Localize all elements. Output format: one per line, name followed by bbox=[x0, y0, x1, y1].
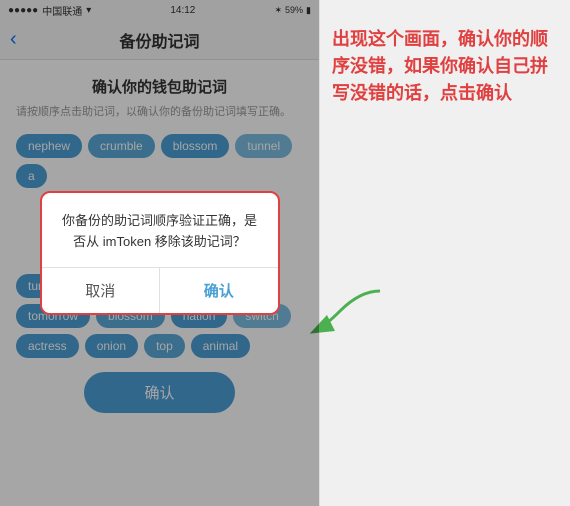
arrow-container bbox=[310, 281, 390, 346]
phone-frame: ●●●●● 中国联通 ▾ 14:12 ✶ 59% ▮ ‹ 备份助记词 确认你的钱… bbox=[0, 0, 320, 506]
dialog-confirm-button[interactable]: 确认 bbox=[160, 268, 278, 313]
dialog-cancel-button[interactable]: 取消 bbox=[42, 268, 161, 313]
annotation-text: 出现这个画面，确认你的顺序没错，如果你确认自己拼写没错的话，点击确认 bbox=[332, 26, 558, 107]
dialog-box: 你备份的助记词顺序验证正确，是否从 imToken 移除该助记词？ 取消 确认 bbox=[40, 191, 280, 315]
arrow-icon bbox=[310, 281, 390, 341]
dialog-body: 你备份的助记词顺序验证正确，是否从 imToken 移除该助记词？ bbox=[42, 193, 278, 267]
annotation-panel: 出现这个画面，确认你的顺序没错，如果你确认自己拼写没错的话，点击确认 bbox=[320, 0, 570, 506]
dialog-message: 你备份的助记词顺序验证正确，是否从 imToken 移除该助记词？ bbox=[58, 211, 262, 253]
dialog-overlay: 你备份的助记词顺序验证正确，是否从 imToken 移除该助记词？ 取消 确认 bbox=[0, 0, 319, 506]
dialog-actions: 取消 确认 bbox=[42, 267, 278, 313]
